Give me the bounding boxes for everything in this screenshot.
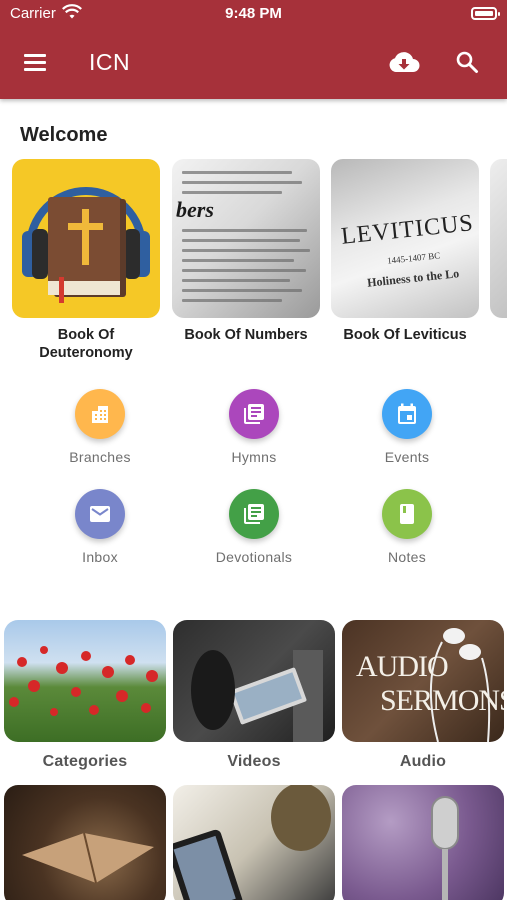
microphone-image <box>342 785 504 900</box>
book-label: Book Of Leviticus <box>343 327 467 343</box>
action-notes[interactable]: Notes <box>337 489 477 565</box>
book-card-partial[interactable] <box>490 159 507 318</box>
videos-image <box>173 620 335 742</box>
app-title: ICN <box>89 49 131 75</box>
tile-microphone[interactable] <box>342 785 504 900</box>
action-inbox[interactable]: Inbox <box>30 489 170 565</box>
audio-sermons-image: AUDIO SERMONS <box>342 620 504 742</box>
tile-videos[interactable]: Videos <box>173 620 335 771</box>
battery-icon <box>471 7 500 20</box>
cloud-download-icon[interactable] <box>388 50 420 74</box>
calendar-icon <box>382 389 432 439</box>
audio-sermons-line2: SERMONS <box>380 684 504 717</box>
action-label: Notes <box>387 549 427 565</box>
tile-label: Audio <box>399 753 447 770</box>
book-card-numbers[interactable]: bers Book Of Numbers <box>172 159 320 344</box>
action-label: Inbox <box>82 549 118 565</box>
action-hymns[interactable]: Hymns <box>184 389 324 465</box>
action-branches[interactable]: Branches <box>30 389 170 465</box>
mail-icon <box>75 489 125 539</box>
book-leviticus-dates: 1445-1407 BC <box>386 250 441 266</box>
open-bible-image <box>4 785 166 900</box>
tile-audio[interactable]: AUDIO SERMONS Audio <box>342 620 504 771</box>
action-label: Hymns <box>231 449 277 465</box>
book-label: Book Of Numbers <box>184 327 308 343</box>
book-card-leviticus[interactable]: LEVITICUS 1445-1407 BC Holiness to the L… <box>331 159 479 344</box>
book-label: Book Of Deuteronomy <box>39 327 133 361</box>
status-time: 9:48 PM <box>225 5 282 22</box>
book-icon <box>382 489 432 539</box>
building-icon <box>75 389 125 439</box>
book-partial-image <box>490 159 507 318</box>
action-events[interactable]: Events <box>337 389 477 465</box>
book-leviticus-image: LEVITICUS 1445-1407 BC Holiness to the L… <box>331 159 479 318</box>
tile-label: Videos <box>227 753 281 770</box>
library-books-icon <box>229 489 279 539</box>
bible-audio-image <box>12 159 160 318</box>
tile-categories[interactable]: Categories <box>4 620 166 771</box>
categories-image <box>4 620 166 742</box>
tablet-reader-image <box>173 785 335 900</box>
book-leviticus-heading: LEVITICUS <box>339 210 475 250</box>
action-label: Devotionals <box>215 549 293 565</box>
book-card-deuteronomy[interactable]: Book Of Deuteronomy <box>12 159 160 362</box>
book-numbers-image: bers <box>172 159 320 318</box>
tile-label: Categories <box>42 753 128 770</box>
menu-icon[interactable] <box>22 50 48 74</box>
tile-tablet[interactable] <box>173 785 335 900</box>
tile-bible[interactable] <box>4 785 166 900</box>
action-devotionals[interactable]: Devotionals <box>184 489 324 565</box>
book-numbers-heading: bers <box>176 197 214 222</box>
welcome-heading: Welcome <box>20 124 108 146</box>
app-header: Carrier 9:48 PM ICN <box>0 0 507 99</box>
action-label: Branches <box>69 449 131 465</box>
search-icon[interactable] <box>455 50 479 74</box>
status-bar: Carrier 9:48 PM <box>0 0 507 28</box>
library-books-icon <box>229 389 279 439</box>
action-label: Events <box>384 449 430 465</box>
book-leviticus-subtitle: Holiness to the Lo <box>366 266 460 290</box>
audio-sermons-line1: AUDIO <box>356 650 449 683</box>
